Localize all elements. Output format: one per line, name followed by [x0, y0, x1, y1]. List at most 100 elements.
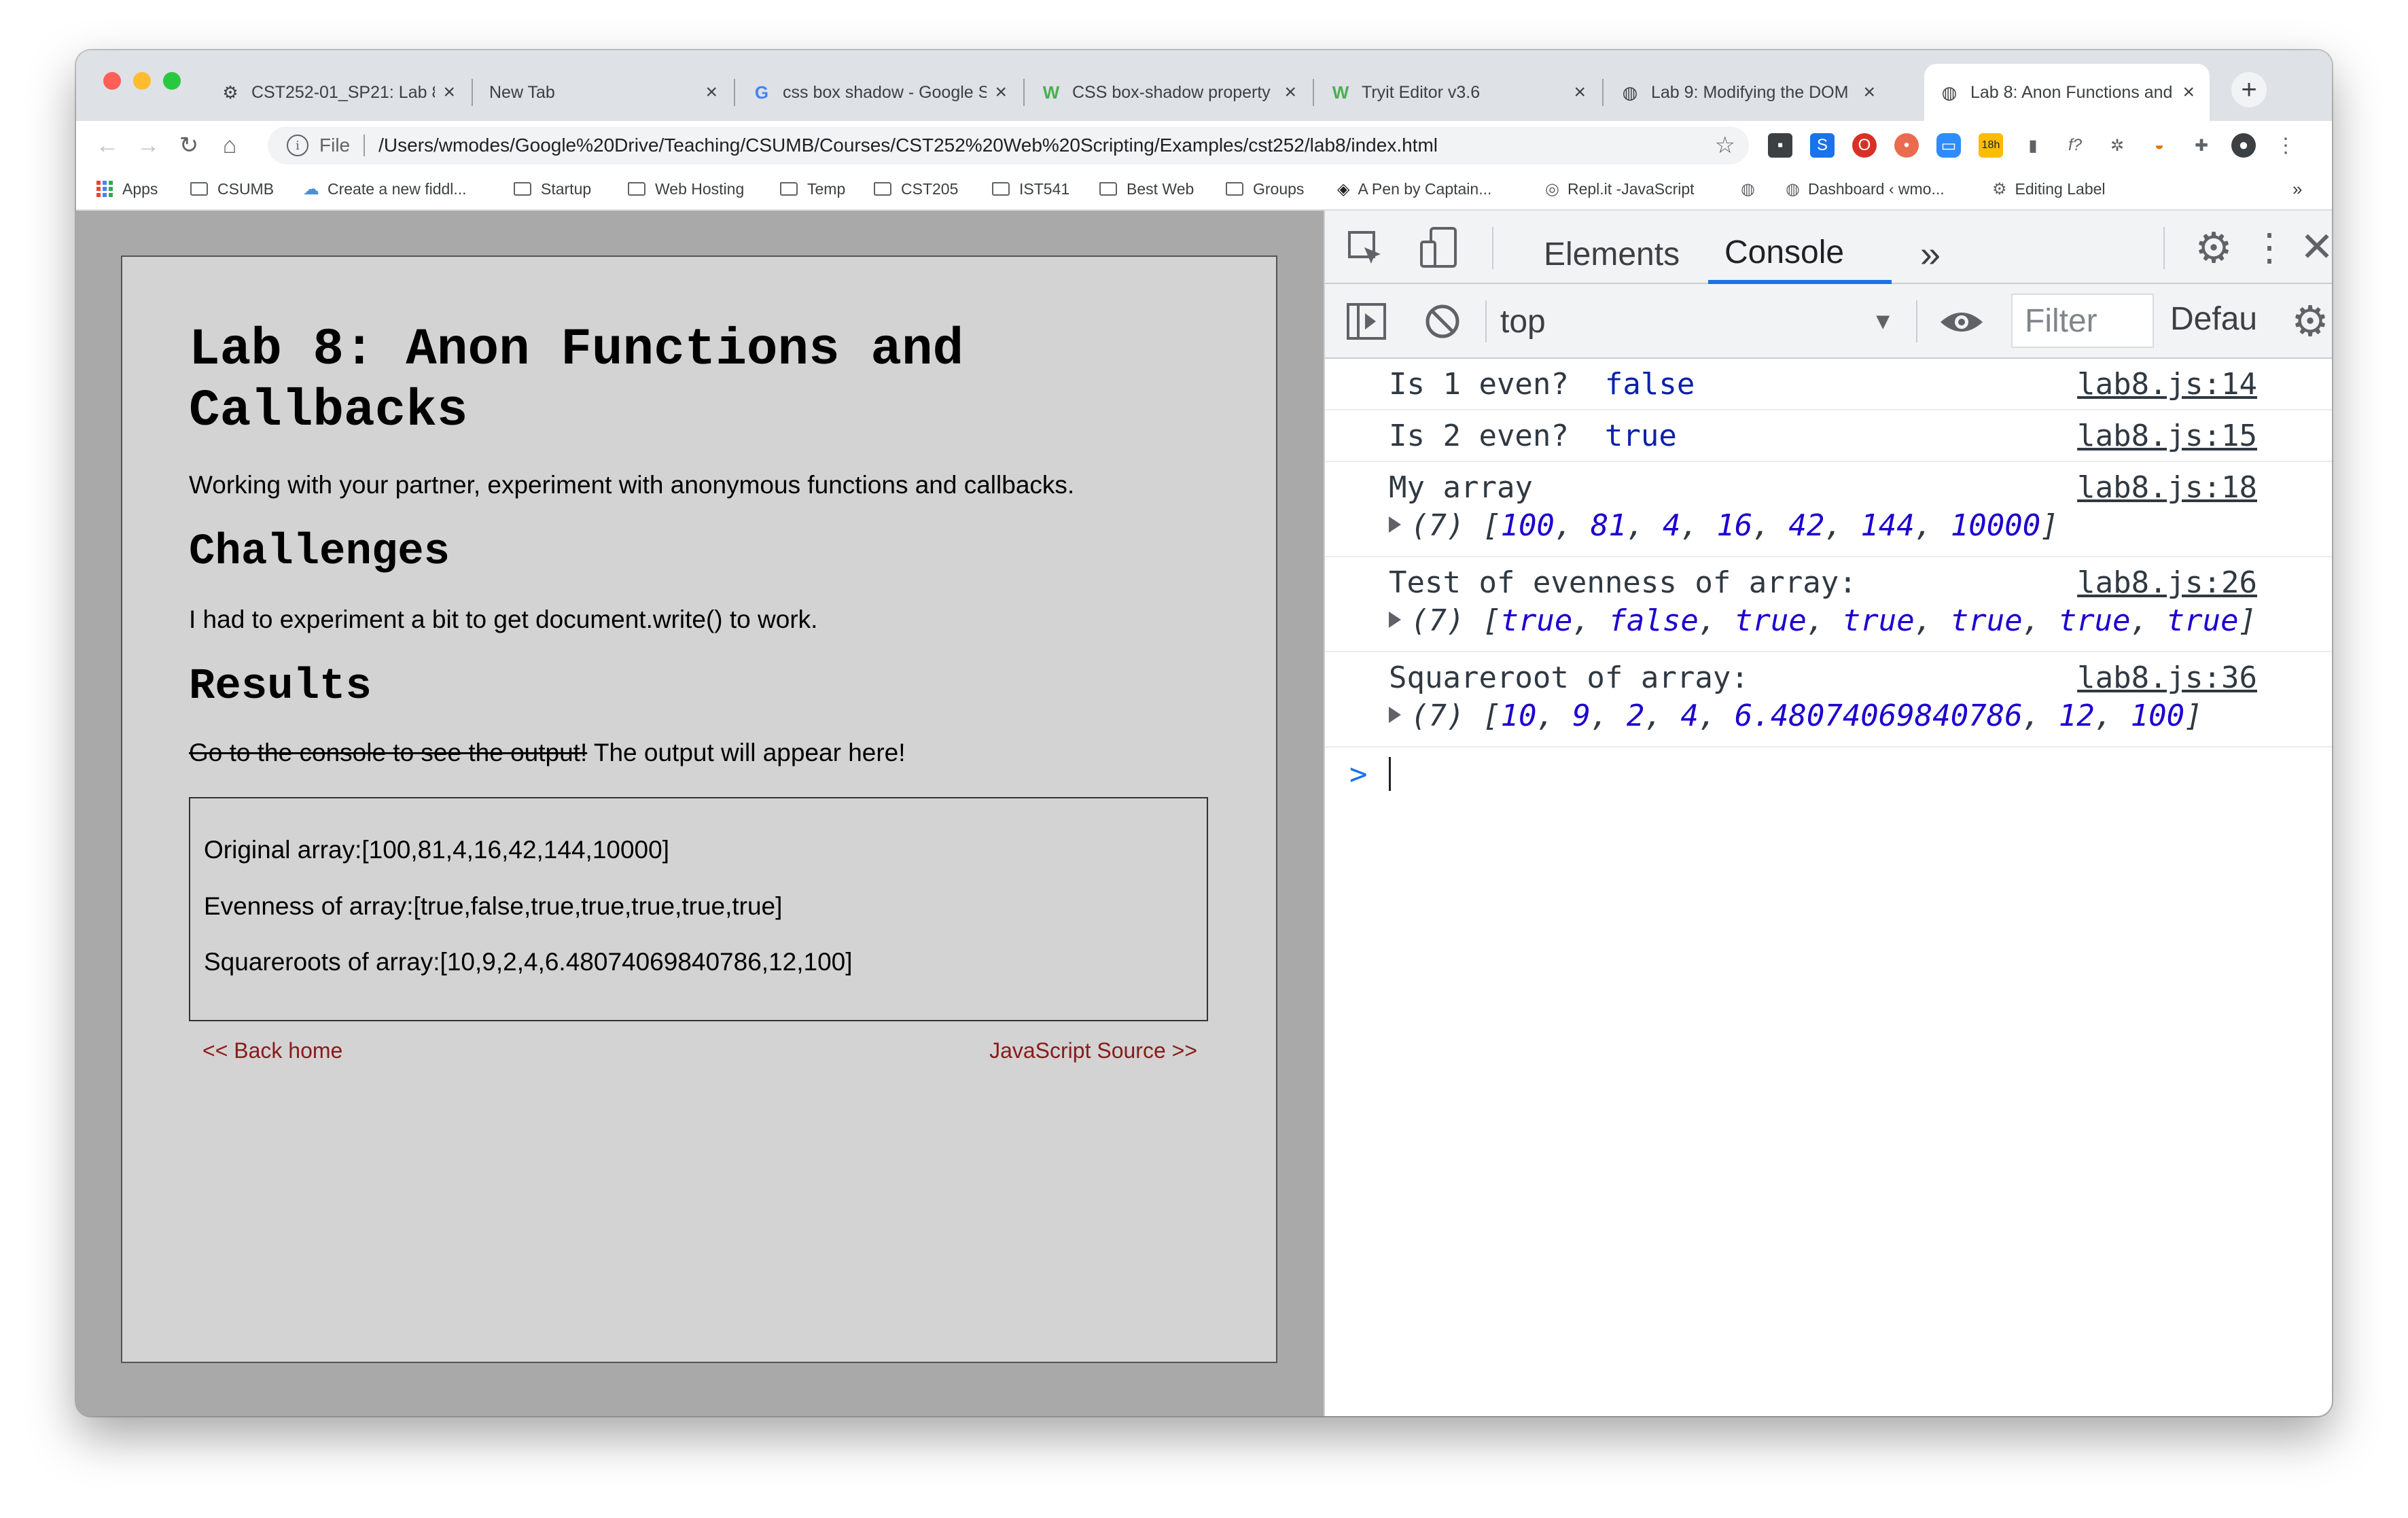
back-arrow-icon[interactable]: ←	[91, 129, 124, 162]
info-icon[interactable]: i	[287, 135, 308, 156]
back-home-link[interactable]: << Back home	[202, 1038, 342, 1063]
eye-icon[interactable]	[1936, 303, 1987, 341]
expand-triangle-icon[interactable]	[1389, 707, 1401, 723]
address-bar[interactable]: i File /Users/wmodes/Google%20Drive/Teac…	[268, 126, 1749, 164]
source-link[interactable]: lab8.js:36	[2077, 660, 2257, 695]
url-text[interactable]: /Users/wmodes/Google%20Drive/Teaching/CS…	[378, 135, 1714, 156]
close-tab-icon[interactable]: ×	[705, 81, 718, 104]
tab-strip: ⚙ CST252-01_SP21: Lab 8: A × New Tab × G…	[76, 50, 2332, 121]
expand-triangle-icon[interactable]	[1389, 612, 1401, 628]
tab-lab9[interactable]: ◍ Lab 9: Modifying the DOM ×	[1605, 64, 1890, 121]
bookmarks-overflow-button[interactable]: »	[2292, 175, 2302, 202]
tab-css-box-shadow[interactable]: W CSS box-shadow property ×	[1026, 64, 1311, 121]
settings-gear-icon[interactable]: ⚙	[2192, 225, 2235, 272]
array-item: 100	[1500, 508, 1555, 543]
array-item: true	[2166, 603, 2239, 638]
bookmark-csumb[interactable]: CSUMB	[190, 175, 274, 202]
console-prompt-row[interactable]: >	[1325, 747, 2332, 802]
boolean-value: false	[1604, 367, 1695, 402]
inspect-element-icon[interactable]	[1345, 228, 1386, 269]
console-settings-gear-icon[interactable]: ⚙	[2288, 298, 2332, 345]
close-tab-icon[interactable]: ×	[995, 81, 1007, 104]
filter-input[interactable]: Filter	[2011, 294, 2154, 348]
home-icon[interactable]: ⌂	[213, 129, 246, 162]
bookmark-jsfiddle[interactable]: ☁ Create a new fiddl...	[303, 175, 467, 202]
extension-icon[interactable]: O	[1852, 133, 1877, 158]
tab-console[interactable]: Console	[1708, 224, 1892, 284]
close-icon[interactable]: ✕	[2297, 224, 2332, 270]
forward-arrow-icon[interactable]: →	[132, 129, 164, 162]
avatar[interactable]: ●	[2231, 133, 2256, 158]
bookmark-web-hosting[interactable]: Web Hosting	[628, 175, 744, 202]
device-toolbar-icon[interactable]	[1417, 226, 1461, 269]
bookmark-editing-label[interactable]: ⚙ Editing Label	[1992, 175, 2106, 202]
javascript-source-link[interactable]: JavaScript Source >>	[989, 1038, 1197, 1063]
zoom-extension-icon[interactable]: ▭	[1936, 133, 1961, 158]
extension-icon[interactable]: ▪	[1768, 133, 1792, 158]
extension-icon[interactable]: ✲	[2105, 133, 2129, 158]
expand-triangle-icon[interactable]	[1389, 516, 1401, 533]
source-link[interactable]: lab8.js:18	[2077, 470, 2257, 505]
tab-google-search[interactable]: G css box shadow - Google S ×	[737, 64, 1022, 121]
extension-icon[interactable]: ◒	[2147, 133, 2172, 158]
folder-icon	[874, 182, 891, 196]
extension-icon[interactable]: ▮	[2021, 133, 2045, 158]
bookmark-globe[interactable]: ◍	[1741, 175, 1763, 202]
close-tab-icon[interactable]: ×	[1284, 81, 1296, 104]
bookmark-startup[interactable]: Startup	[514, 175, 591, 202]
extension-icon[interactable]: •	[1894, 133, 1919, 158]
array-preview[interactable]: (7) [true, false, true, true, true, true…	[1389, 603, 2256, 638]
bookmark-codepen[interactable]: ◈ A Pen by Captain...	[1337, 175, 1491, 202]
codepen-icon: ◈	[1337, 179, 1350, 198]
kebab-menu-icon[interactable]: ⋮	[2250, 226, 2288, 269]
array-item: 4	[1680, 699, 1699, 733]
console-toolbar: top ▼ Filter Defau ⚙	[1325, 284, 2332, 359]
bookmark-ist541[interactable]: IST541	[992, 175, 1069, 202]
puzzle-icon[interactable]: ✚	[2189, 133, 2214, 158]
array-item: 42	[1788, 508, 1825, 543]
kebab-menu-icon[interactable]: ⋮	[2273, 133, 2298, 158]
bookmark-groups[interactable]: Groups	[1226, 175, 1304, 202]
bookmark-star-icon[interactable]: ☆	[1715, 132, 1735, 159]
array-item: 9	[1572, 699, 1591, 733]
array-preview[interactable]: (7) [100, 81, 4, 16, 42, 144, 10000]	[1389, 508, 2059, 543]
sidebar-toggle-icon[interactable]	[1345, 300, 1387, 342]
close-tab-icon[interactable]: ×	[1574, 81, 1586, 104]
array-item: 81	[1590, 508, 1627, 543]
minimize-window-button[interactable]	[133, 72, 151, 90]
extension-icon[interactable]: S	[1810, 133, 1835, 158]
bookmark-temp[interactable]: Temp	[780, 175, 845, 202]
extension-icon[interactable]: f?	[2063, 133, 2087, 158]
browser-toolbar: ← → ↻ ⌂ i File /Users/wmodes/Google%20Dr…	[76, 121, 2332, 170]
close-window-button[interactable]	[103, 72, 121, 90]
context-selector[interactable]: top ▼	[1500, 300, 1894, 342]
source-link[interactable]: lab8.js:15	[2077, 419, 2257, 453]
bookmark-replit[interactable]: ◎ Repl.it -JavaScript	[1545, 175, 1695, 202]
tab-tryit-editor[interactable]: W Tryit Editor v3.6 ×	[1315, 64, 1601, 121]
source-link[interactable]: lab8.js:14	[2077, 367, 2257, 402]
struck-instruction: Go to the console to see the output!	[189, 739, 588, 766]
folder-icon	[780, 182, 798, 196]
clear-console-icon[interactable]	[1421, 300, 1464, 342]
bookmark-cst205[interactable]: CST205	[874, 175, 958, 202]
tab-canvas-lab8[interactable]: ⚙ CST252-01_SP21: Lab 8: A ×	[205, 64, 470, 121]
close-tab-icon[interactable]: ×	[443, 81, 455, 104]
bookmark-apps[interactable]: Apps	[96, 175, 158, 202]
bookmark-best-web[interactable]: Best Web	[1099, 175, 1194, 202]
close-tab-icon[interactable]: ×	[2182, 81, 2195, 104]
reload-icon[interactable]: ↻	[173, 129, 205, 162]
log-levels-dropdown[interactable]: Defau	[2170, 300, 2257, 338]
source-link[interactable]: lab8.js:26	[2077, 565, 2257, 600]
array-preview[interactable]: (7) [10, 9, 2, 4, 6.48074069840786, 12, …	[1389, 699, 2203, 733]
tab-elements[interactable]: Elements	[1544, 224, 1680, 284]
tab-lab8-active[interactable]: ◍ Lab 8: Anon Functions and ×	[1924, 64, 2210, 121]
tab-new-tab[interactable]: New Tab ×	[474, 64, 732, 121]
more-tabs-chevron-icon[interactable]: »	[1920, 224, 1941, 284]
close-tab-icon[interactable]: ×	[1863, 81, 1875, 104]
zoom-window-button[interactable]	[163, 72, 181, 90]
content-card: Lab 8: Anon Functions and Callbacks Work…	[121, 255, 1277, 1363]
array-item: 16	[1716, 508, 1753, 543]
bookmark-dashboard[interactable]: ◍ Dashboard ‹ wmo...	[1786, 175, 1945, 202]
calendar-extension-icon[interactable]: 18h	[1979, 133, 2003, 158]
new-tab-button[interactable]: +	[2231, 72, 2267, 107]
